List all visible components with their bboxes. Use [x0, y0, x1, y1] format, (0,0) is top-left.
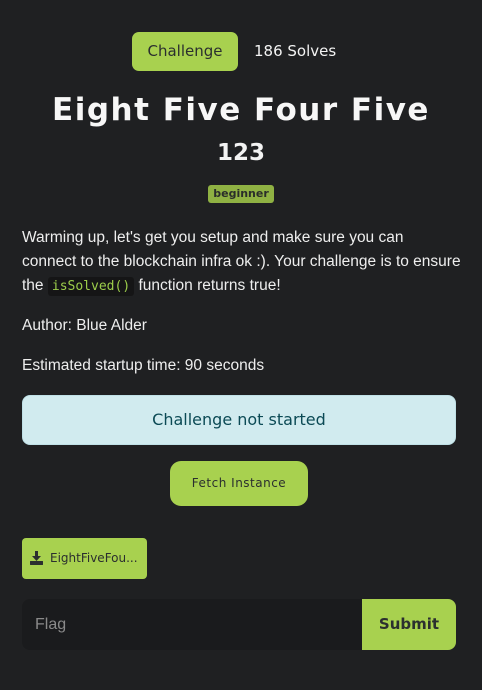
challenge-title: Eight Five Four Five: [52, 92, 430, 128]
instance-status-alert: Challenge not started: [22, 395, 456, 445]
challenge-points: 123: [216, 140, 265, 166]
flag-form: Submit: [22, 599, 456, 650]
tag-container: beginner: [0, 182, 482, 203]
description-code: isSolved(): [47, 277, 135, 296]
tab-challenge[interactable]: Challenge: [132, 32, 238, 71]
tab-solves[interactable]: 186 Solves: [254, 32, 336, 71]
challenge-tag: beginner: [208, 185, 274, 203]
flag-input[interactable]: [22, 599, 362, 650]
startup-time: Estimated startup time: 90 seconds: [22, 357, 265, 374]
challenge-tabs: Challenge 186 Solves: [0, 32, 482, 71]
challenge-author: Author: Blue Alder: [22, 317, 147, 334]
fetch-instance-button[interactable]: Fetch Instance: [170, 461, 308, 506]
download-icon: [30, 551, 43, 565]
description-text-end: function returns true!: [138, 277, 281, 294]
challenge-description: Warming up, let's get you setup and make…: [22, 226, 462, 299]
submit-button[interactable]: Submit: [362, 599, 456, 650]
file-name: EightFiveFou...: [50, 551, 138, 565]
file-download-button[interactable]: EightFiveFou...: [22, 538, 147, 579]
